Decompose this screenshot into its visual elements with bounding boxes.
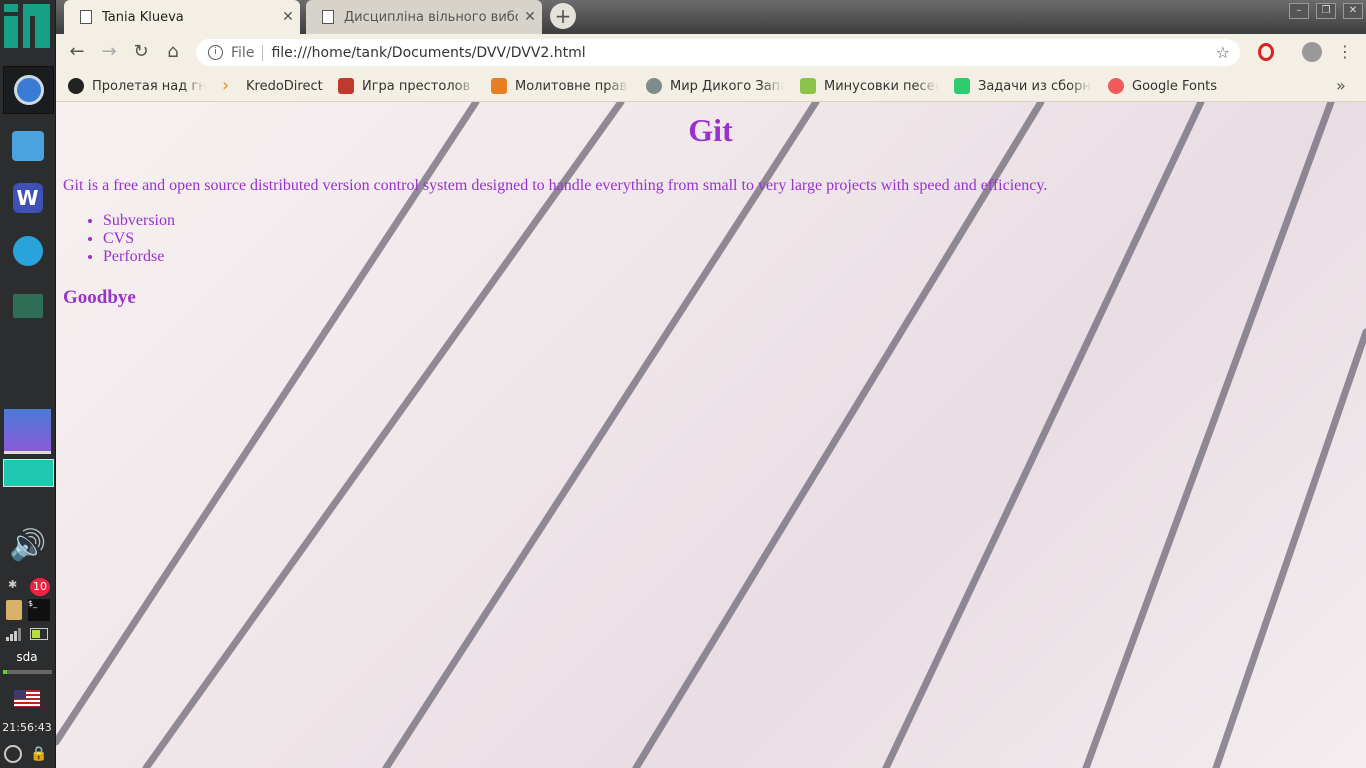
writer-launcher[interactable]: W	[3, 178, 52, 218]
taskbar-panel: W 🔊 ✱ 10 $_ sda 21:56:43 🔒	[0, 0, 56, 768]
volume-icon[interactable]: 🔊	[6, 528, 50, 564]
page-heading: Git	[688, 112, 733, 148]
page-subheading: Goodbye	[63, 287, 136, 308]
w-icon: W	[12, 183, 43, 213]
close-tab-icon[interactable]: ✕	[276, 9, 300, 25]
chromium-icon	[13, 75, 44, 105]
bookmark-item[interactable]: › KredoDirect	[222, 76, 332, 96]
home-button[interactable]: ⌂	[160, 39, 186, 65]
new-tab-button[interactable]: +	[550, 3, 576, 29]
telegram-icon	[12, 236, 43, 266]
drive-label: sda	[16, 650, 38, 664]
tab-strip: Tania Klueva ✕ Дисципліна вільного вибор…	[56, 0, 1366, 34]
list-item: Subversion	[103, 212, 1358, 230]
list-item: Perfordse	[103, 248, 1358, 266]
workspace-2-preview[interactable]	[3, 459, 54, 487]
clock[interactable]: 21:56:43	[0, 721, 54, 734]
bookmarks-bar: Пролетая над гнездом › KredoDirect Игра …	[56, 70, 1366, 102]
back-button[interactable]: ←	[64, 39, 90, 65]
url-text[interactable]: file:///home/tank/Documents/DVV/DVV2.htm…	[271, 45, 585, 61]
more-bookmarks-icon[interactable]: »	[1336, 76, 1346, 95]
forward-button[interactable]: →	[96, 39, 122, 65]
page-content: Git Git is a free and open source distri…	[63, 102, 1358, 309]
list-item: CVS	[103, 230, 1358, 248]
reload-button[interactable]: ↻	[128, 39, 154, 65]
tab-active[interactable]: Tania Klueva ✕	[64, 0, 300, 34]
network-signal-icon[interactable]	[6, 627, 22, 641]
keyboard-layout-us-flag-icon[interactable]	[14, 690, 40, 707]
cat-icon	[11, 131, 44, 161]
scheme-label: File	[231, 44, 264, 61]
tab-inactive[interactable]: Дисципліна вільного вибору ✕	[306, 0, 542, 34]
maximize-button[interactable]: ❐	[1316, 3, 1336, 19]
music-icon	[800, 78, 816, 94]
bluetooth-icon[interactable]: ✱	[8, 578, 22, 591]
tab-title: Tania Klueva	[102, 9, 184, 25]
menu-kebab-icon[interactable]: ⋮	[1337, 42, 1353, 61]
minimize-button[interactable]: –	[1289, 3, 1309, 19]
telegram-launcher[interactable]	[3, 231, 52, 271]
bookmark-item[interactable]: Мир Дикого Запада	[646, 76, 784, 96]
puzzle-icon	[491, 78, 507, 94]
workspace-1-preview[interactable]	[4, 409, 51, 454]
address-bar[interactable]: i File file:///home/tank/Documents/DVV/D…	[196, 39, 1240, 66]
info-icon[interactable]: i	[208, 45, 223, 60]
browser-window: Tania Klueva ✕ Дисципліна вільного вибор…	[56, 0, 1366, 768]
image-viewer-launcher[interactable]	[3, 126, 52, 166]
face-icon	[68, 78, 84, 94]
tab-title: Дисципліна вільного вибору	[344, 9, 518, 25]
green-square-icon	[954, 78, 970, 94]
bookmark-item[interactable]: Минусовки песен	[800, 76, 938, 96]
bookmark-star-icon[interactable]: ☆	[1216, 43, 1230, 62]
notification-badge[interactable]: 10	[30, 578, 50, 596]
close-window-button[interactable]: ✕	[1343, 3, 1363, 19]
manjaro-menu-button[interactable]	[4, 4, 50, 48]
chromium-launcher[interactable]	[3, 66, 54, 114]
chevron-icon: ›	[222, 76, 230, 96]
page-paragraph: Git is a free and open source distribute…	[63, 177, 1048, 194]
power-icon[interactable]	[4, 745, 22, 763]
clipboard-icon[interactable]	[6, 600, 22, 620]
lock-icon[interactable]: 🔒	[30, 746, 48, 763]
bookmark-item[interactable]: Google Fonts	[1108, 76, 1248, 96]
toolbar: ← → ↻ ⌂ i File file:///home/tank/Documen…	[56, 34, 1366, 70]
files-launcher[interactable]	[3, 286, 52, 326]
popcorn-icon	[338, 78, 354, 94]
opera-extension-icon[interactable]	[1258, 43, 1274, 61]
page-icon	[322, 10, 334, 24]
vcs-list: Subversion CVS Perfordse	[63, 212, 1358, 266]
page-viewport: Git Git is a free and open source distri…	[56, 102, 1366, 768]
film-reel-icon	[646, 78, 662, 94]
folder-icon	[12, 294, 43, 318]
bookmark-item[interactable]: Пролетая над гнездом	[68, 76, 206, 96]
account-avatar[interactable]	[1302, 42, 1322, 62]
bookmark-item[interactable]: Молитовне правило	[491, 76, 629, 96]
battery-icon[interactable]	[30, 628, 48, 640]
terminal-icon[interactable]: $_	[28, 599, 50, 621]
bookmark-item[interactable]: Задачи из сборника	[954, 76, 1092, 96]
close-tab-icon[interactable]: ✕	[518, 9, 542, 25]
google-fonts-icon	[1108, 78, 1124, 94]
bookmark-item[interactable]: Игра престолов 1	[338, 76, 476, 96]
page-icon	[80, 10, 92, 24]
drive-usage-bar	[3, 670, 52, 674]
